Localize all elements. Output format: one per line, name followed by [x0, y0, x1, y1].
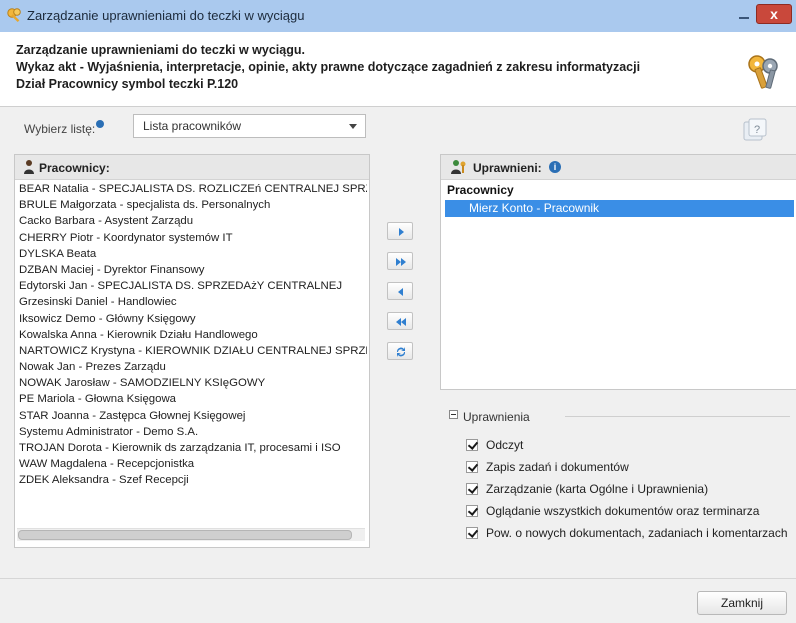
list-item[interactable]: Iksowicz Demo - Główny Księgowy	[19, 311, 367, 327]
employees-panel-header: Pracownicy:	[15, 155, 369, 180]
list-item[interactable]: WAW Magdalena - Recepcjonistka	[19, 456, 367, 472]
checkbox-label: Pow. o nowych dokumentach, zadaniach i k…	[486, 526, 788, 540]
user-icon	[24, 160, 34, 174]
checkbox-label: Zapis zadań i dokumentów	[486, 460, 629, 474]
add-all-button[interactable]	[387, 252, 413, 270]
list-item[interactable]: STAR Joanna - Zastępca Głownej Księgowej	[19, 408, 367, 424]
header-title: Zarządzanie uprawnieniami do teczki w wy…	[16, 43, 305, 57]
list-select-value: Lista pracowników	[143, 119, 242, 133]
refresh-icon	[396, 347, 406, 357]
list-item[interactable]: CHERRY Piotr - Koordynator systemów IT	[19, 230, 367, 246]
list-select[interactable]: Lista pracowników	[133, 114, 366, 138]
remove-all-button[interactable]	[387, 312, 413, 330]
list-item[interactable]: Cacko Barbara - Asystent Zarządu	[19, 213, 367, 229]
list-item[interactable]: NARTOWICZ Krystyna - KIEROWNIK DZIAŁU CE…	[19, 343, 367, 359]
list-item[interactable]: Systemu Administrator - Demo S.A.	[19, 424, 367, 440]
employees-panel-title: Pracownicy:	[39, 161, 110, 175]
checkbox-label: Zarządzanie (karta Ogólne i Uprawnienia)	[486, 482, 709, 496]
help-icon[interactable]: ?	[741, 117, 769, 145]
scrollbar-thumb[interactable]	[18, 530, 352, 540]
title-bar[interactable]: Zarządzanie uprawnieniami do teczki w wy…	[0, 0, 796, 32]
minimize-button[interactable]	[733, 9, 755, 23]
list-item[interactable]: Kowalska Anna - Kierownik Działu Handlow…	[19, 327, 367, 343]
close-button[interactable]: Zamknij	[697, 591, 787, 615]
keys-icon	[748, 55, 778, 89]
info-icon: i	[549, 161, 561, 173]
arrow-left-icon	[398, 288, 403, 296]
fieldset-divider	[565, 416, 790, 417]
authorized-panel-title: Uprawnieni:	[473, 161, 542, 175]
list-item[interactable]: BRULE Małgorzata - specjalista ds. Perso…	[19, 197, 367, 213]
list-item[interactable]: Nowak Jan - Prezes Zarządu	[19, 359, 367, 375]
employees-panel: Pracownicy: BEAR Natalia - SPECJALISTA D…	[14, 154, 370, 548]
checkbox[interactable]	[466, 483, 478, 495]
checkbox[interactable]	[466, 505, 478, 517]
svg-text:?: ?	[754, 124, 760, 136]
list-selector-label: Wybierz listę:	[24, 120, 105, 136]
permissions-title: Uprawnienia	[463, 410, 530, 424]
checkbox-label: Odczyt	[486, 438, 524, 452]
double-arrow-right-icon	[396, 258, 406, 266]
list-item[interactable]: Edytorski Jan - SPECJALISTA DS. SPRZEDAż…	[19, 278, 367, 294]
dialog-window: Zarządzanie uprawnieniami do teczki w wy…	[0, 0, 796, 623]
checkbox-label: Oglądanie wszystkich dokumentów oraz ter…	[486, 504, 760, 518]
list-item[interactable]: PE Mariola - Głowna Księgowa	[19, 391, 367, 407]
list-item[interactable]: BEAR Natalia - SPECJALISTA DS. ROZLICZEń…	[19, 181, 367, 197]
refresh-button[interactable]	[387, 342, 413, 360]
employees-list[interactable]: BEAR Natalia - SPECJALISTA DS. ROZLICZEń…	[19, 181, 367, 527]
checkbox[interactable]	[466, 461, 478, 473]
window-title: Zarządzanie uprawnieniami do teczki w wy…	[27, 8, 305, 23]
keys-icon	[7, 8, 21, 23]
list-item[interactable]: DYLSKA Beata	[19, 246, 367, 262]
remove-selected-button[interactable]	[387, 282, 413, 300]
dialog-header: Zarządzanie uprawnieniami do teczki w wy…	[0, 32, 796, 107]
dialog-footer	[0, 578, 796, 623]
list-item[interactable]: NOWAK Jarosław - SAMODZIELNY KSIęGOWY	[19, 375, 367, 391]
header-folder-name: Wykaz akt - Wyjaśnienia, interpretacje, …	[16, 60, 641, 74]
list-item[interactable]: Grzesinski Daniel - Handlowiec	[19, 294, 367, 310]
checkbox[interactable]	[466, 527, 478, 539]
group-label: Pracownicy	[447, 183, 514, 197]
arrow-right-icon	[399, 228, 404, 236]
users-permission-icon	[451, 160, 466, 174]
horizontal-scrollbar[interactable]	[17, 528, 365, 541]
double-arrow-left-icon	[396, 318, 406, 326]
list-item[interactable]: DZBAN Maciej - Dyrektor Finansowy	[19, 262, 367, 278]
selected-list-item[interactable]: Mierz Konto - Pracownik	[445, 200, 794, 217]
close-window-button[interactable]: x	[756, 4, 792, 24]
list-selector-label-text: Wybierz listę:	[24, 122, 96, 136]
list-item[interactable]: ZDEK Aleksandra - Szef Recepcji	[19, 472, 367, 488]
authorized-panel-header: Uprawnieni: i	[441, 155, 796, 180]
authorized-panel: Uprawnieni: i Pracownicy Mierz Konto - P…	[440, 154, 796, 390]
info-icon	[96, 120, 105, 128]
checkbox[interactable]	[466, 439, 478, 451]
list-item[interactable]: TROJAN Dorota - Kierownik ds zarządzania…	[19, 440, 367, 456]
header-folder-symbol: Dział Pracownicy symbol teczki P.120	[16, 77, 239, 91]
add-selected-button[interactable]	[387, 222, 413, 240]
collapse-toggle[interactable]	[449, 410, 458, 419]
chevron-down-icon	[349, 124, 357, 129]
